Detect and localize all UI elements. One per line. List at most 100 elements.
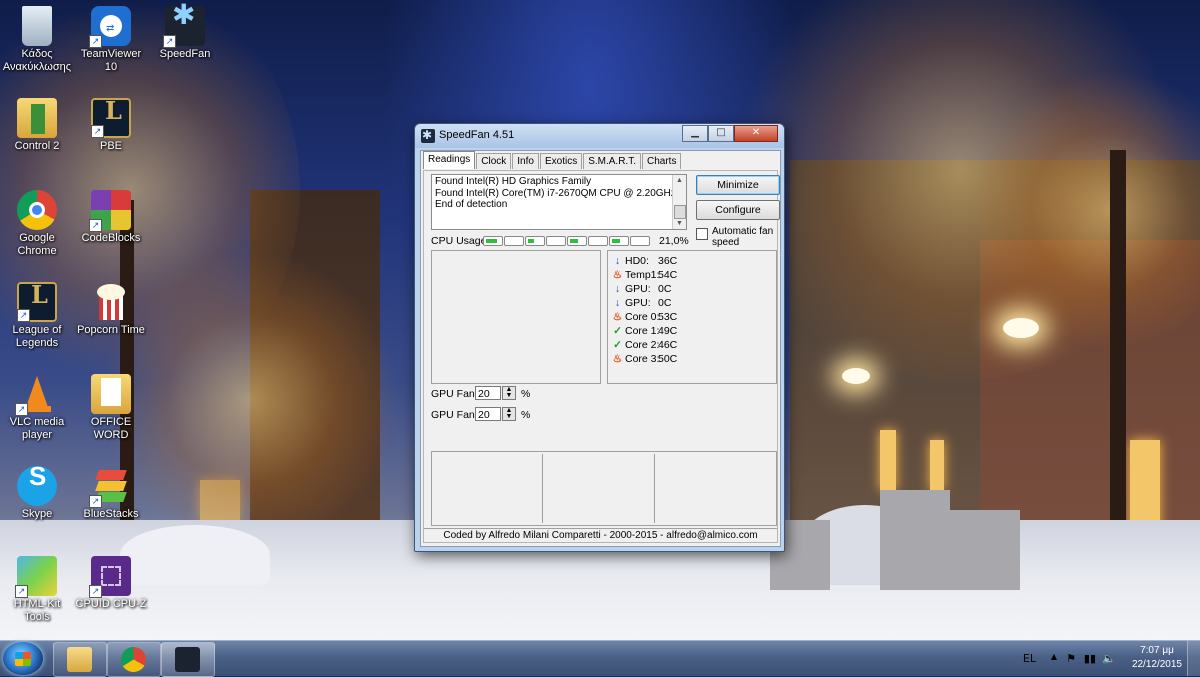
- shortcut-arrow-icon: ↗: [15, 403, 28, 416]
- show-hidden-icons[interactable]: ▲: [1051, 652, 1057, 661]
- action-center-icon[interactable]: ⚑: [1066, 652, 1076, 665]
- desktop-icon-bluestacks[interactable]: ↗ BlueStacks: [74, 466, 148, 521]
- flame-icon: ♨: [612, 311, 623, 323]
- sensor-name: Temp1:: [625, 269, 660, 281]
- cpu-core-bar: [630, 236, 650, 246]
- sensor-name: Core 3:: [625, 353, 660, 365]
- automatic-fan-speed-label: Automatic fan speed: [712, 226, 774, 248]
- recycle-bin-icon: [22, 6, 52, 46]
- desktop-icon-teamviewer[interactable]: ⇄ ↗ TeamViewer 10: [74, 6, 148, 74]
- taskbar: EL ▲ ⚑ ▮▮ 🔈 7:07 μμ 22/12/2015: [0, 640, 1200, 677]
- scroll-up-icon[interactable]: ▲: [673, 175, 686, 186]
- tab-readings[interactable]: Readings: [423, 151, 476, 169]
- desktop-icon-vlc[interactable]: ↗ VLC media player: [0, 374, 74, 442]
- automatic-fan-speed-checkbox[interactable]: [696, 228, 708, 240]
- tab-clock[interactable]: Clock: [476, 153, 512, 169]
- desktop-icon-recycle-bin[interactable]: Κάδος Ανακύκλωσης: [0, 6, 74, 74]
- tab-smart[interactable]: S.M.A.R.T.: [583, 153, 641, 169]
- taskbar-google-chrome[interactable]: [107, 642, 161, 677]
- cpu-core-bar: [588, 236, 608, 246]
- fan-label: GPU Fan:: [431, 409, 478, 421]
- show-desktop-button[interactable]: [1187, 641, 1200, 676]
- window-close-button[interactable]: ✕: [734, 125, 778, 142]
- taskbar-windows-explorer[interactable]: [53, 642, 107, 677]
- log-line: Found Intel(R) Core(TM) i7-2670QM CPU @ …: [435, 187, 676, 199]
- status-bar: Coded by Alfredo Milani Comparetti - 200…: [424, 528, 777, 542]
- temperature-reading: ↓ HD0: 36C: [612, 254, 677, 268]
- desktop-icon-popcorn-time[interactable]: Popcorn Time: [74, 282, 148, 337]
- log-scrollbar[interactable]: ▲ ▼: [672, 175, 686, 229]
- checkmark-icon: ✓: [613, 339, 622, 351]
- language-indicator[interactable]: EL: [1023, 652, 1036, 665]
- temperature-reading: ♨ Core 3:50C: [612, 352, 677, 366]
- fan-unit: %: [521, 409, 531, 421]
- taskbar-speedfan[interactable]: [161, 642, 215, 677]
- fan-speed-spinner[interactable]: ▲ ▼: [502, 407, 516, 421]
- sensor-name: GPU:: [625, 283, 651, 295]
- cpuz-icon: ↗: [89, 556, 131, 598]
- sensor-value: 0C: [658, 283, 672, 295]
- temperature-reading: ✓ Core 2:46C: [612, 338, 677, 352]
- window-maximize-button[interactable]: □: [708, 125, 734, 142]
- temperature-reading: ✓ Core 1:49C: [612, 324, 677, 338]
- fan-speed-spinner[interactable]: ▲ ▼: [502, 386, 516, 400]
- desktop-icon-league-of-legends[interactable]: L ↗ League of Legends: [0, 282, 74, 350]
- desktop-icon-codeblocks[interactable]: ↗ CodeBlocks: [74, 190, 148, 245]
- teamviewer-icon: ⇄ ↗: [89, 6, 131, 48]
- fan-speed-input[interactable]: 20: [475, 386, 501, 400]
- sensor-value: 49C: [658, 325, 678, 337]
- fan-speed-input[interactable]: 20: [475, 407, 501, 421]
- cpu-usage-value: 21,0%: [659, 235, 689, 247]
- temperature-reading: ↓ GPU: 0C: [612, 282, 672, 296]
- fan-unit: %: [521, 388, 531, 400]
- shortcut-arrow-icon: ↗: [163, 35, 176, 48]
- minimize-button[interactable]: Minimize: [696, 175, 780, 195]
- cpu-core-bar: [546, 236, 566, 246]
- tab-info[interactable]: Info: [512, 153, 539, 169]
- system-clock[interactable]: 7:07 μμ 22/12/2015: [1132, 644, 1182, 672]
- desktop-icon-google-chrome[interactable]: Google Chrome: [0, 190, 74, 258]
- shortcut-arrow-icon: ↗: [17, 309, 30, 322]
- detection-log[interactable]: Found Intel(R) HD Graphics Family Found …: [431, 174, 687, 230]
- scroll-thumb[interactable]: [674, 205, 686, 219]
- desktop-icon-cpu-z[interactable]: ↗ CPUID CPU-Z: [74, 556, 148, 611]
- voltage-area: [431, 451, 777, 526]
- window-title: SpeedFan 4.51: [439, 129, 515, 141]
- tab-bar: Readings Clock Info Exotics S.M.A.R.T. C…: [423, 151, 682, 170]
- folder-icon: [91, 374, 131, 414]
- shortcut-arrow-icon: ↗: [89, 219, 102, 232]
- desktop-icon-control-2[interactable]: Control 2: [0, 98, 74, 153]
- network-icon[interactable]: ▮▮: [1084, 652, 1096, 665]
- sensor-value: 50C: [658, 353, 678, 365]
- tab-charts[interactable]: Charts: [642, 153, 682, 169]
- speedfan-icon: ✱ ↗: [163, 1, 205, 48]
- sensor-value: 53C: [658, 311, 678, 323]
- desktop-icon-skype[interactable]: S Skype: [0, 463, 74, 521]
- htmlkit-icon: ↗: [15, 556, 57, 598]
- window-minimize-button[interactable]: ▁: [682, 125, 708, 142]
- configure-button[interactable]: Configure: [696, 200, 780, 220]
- readings-panel: Found Intel(R) HD Graphics Family Found …: [423, 170, 780, 543]
- speedfan-app-icon: [421, 128, 435, 143]
- tab-exotics[interactable]: Exotics: [539, 153, 583, 169]
- skype-icon: S: [17, 463, 57, 506]
- cpu-core-bar: [504, 236, 524, 246]
- sensor-value: 0C: [658, 297, 672, 309]
- desktop-icon-pbe[interactable]: L ↗ PBE: [74, 98, 148, 153]
- vlc-icon: ↗: [15, 374, 57, 416]
- desktop-icon-html-kit[interactable]: ↗ HTML-Kit Tools: [0, 556, 74, 624]
- log-line: End of detection: [435, 199, 508, 210]
- popcorn-icon: [91, 282, 131, 322]
- cpu-core-bar: [609, 236, 629, 246]
- cold-arrow-icon: ↓: [614, 297, 621, 309]
- graph-area: [431, 250, 601, 384]
- volume-icon[interactable]: 🔈: [1102, 652, 1116, 665]
- shortcut-arrow-icon: ↗: [91, 125, 104, 138]
- start-button[interactable]: [3, 642, 43, 675]
- title-bar[interactable]: SpeedFan 4.51 ▁ □ ✕: [415, 124, 784, 148]
- scroll-down-icon[interactable]: ▼: [673, 218, 686, 229]
- desktop-icon-office-word[interactable]: OFFICE WORD: [74, 374, 148, 442]
- desktop-icon-speedfan[interactable]: ✱ ↗ SpeedFan: [148, 1, 222, 61]
- speedfan-window[interactable]: SpeedFan 4.51 ▁ □ ✕ Readings Clock Info …: [414, 123, 785, 552]
- sensor-value: 46C: [658, 339, 678, 351]
